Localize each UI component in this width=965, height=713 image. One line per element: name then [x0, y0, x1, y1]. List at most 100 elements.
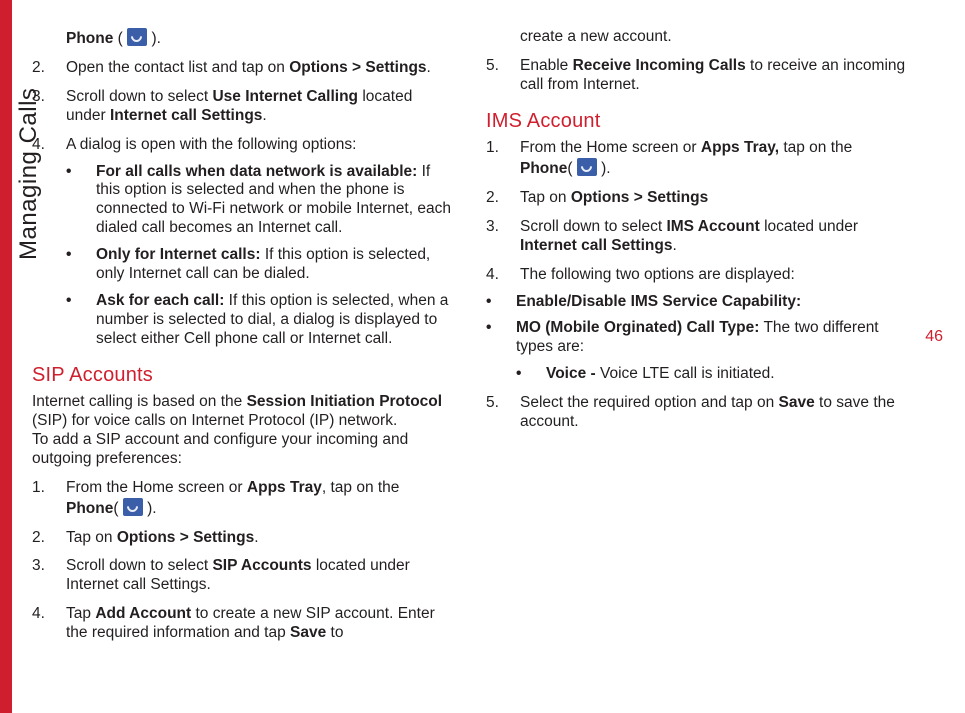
text: Scroll down to select	[66, 88, 212, 105]
step-number: 5.	[486, 57, 520, 95]
list-item: • Voice - Voice LTE call is initiated.	[516, 365, 906, 384]
list-item: 2. Tap on Options > Settings	[486, 189, 906, 208]
bullet-body: Voice - Voice LTE call is initiated.	[546, 365, 906, 384]
text: located under	[760, 218, 858, 235]
step-number: 2.	[32, 59, 66, 78]
text-bold: Session Initiation Protocol	[247, 393, 443, 410]
step-body: Tap Add Account to create a new SIP acco…	[66, 605, 452, 643]
ordered-steps-sip: 1. From the Home screen or Apps Tray, ta…	[32, 479, 452, 643]
text-bold: Use Internet Calling	[212, 88, 358, 105]
step-number: 4.	[32, 605, 66, 643]
text-bold: MO (Mobile Orginated) Call Type:	[516, 319, 759, 336]
step-body: From the Home screen or Apps Tray, tap o…	[66, 479, 452, 519]
list-item: 1. From the Home screen or Apps Tray, ta…	[32, 479, 452, 519]
heading-sip-accounts: SIP Accounts	[32, 363, 452, 387]
text: .	[427, 59, 431, 76]
text: Voice LTE call is initiated.	[596, 365, 775, 382]
step-number: 1.	[32, 479, 66, 519]
bullet-body: Only for Internet calls: If this option …	[96, 246, 452, 284]
continued-line: create a new account.	[486, 28, 906, 47]
list-item: 4. A dialog is open with the following o…	[32, 136, 452, 155]
text: Tap on	[520, 189, 571, 206]
text: (	[567, 160, 576, 177]
text-bold: IMS Account	[666, 218, 759, 235]
list-item: 5. Select the required option and tap on…	[486, 394, 906, 432]
phone-icon	[123, 498, 143, 516]
phone-icon	[577, 158, 597, 176]
bullet-icon: •	[66, 163, 96, 239]
text: Internet calling is based on the	[32, 393, 247, 410]
step-number: 5.	[486, 394, 520, 432]
text: (SIP) for voice calls on Internet Protoc…	[32, 412, 397, 429]
list-item: 4. The following two options are display…	[486, 266, 906, 285]
text: Enable	[520, 57, 573, 74]
text-bold: Options > Settings	[117, 529, 254, 546]
page: Managing Calls 46 Phone ( ). 2. Open the…	[0, 0, 965, 713]
text-bold: Save	[290, 624, 326, 641]
list-item: 3. Scroll down to select SIP Accounts lo…	[32, 557, 452, 595]
text-bold: Phone	[66, 500, 113, 517]
list-item: • For all calls when data network is ava…	[66, 163, 452, 239]
text: tap on the	[779, 139, 852, 156]
bullet-body: For all calls when data network is avail…	[96, 163, 452, 239]
step-body: Tap on Options > Settings	[520, 189, 906, 208]
bullet-list-nested: • Voice - Voice LTE call is initiated.	[516, 365, 906, 384]
bullet-list: • For all calls when data network is ava…	[66, 163, 452, 349]
text: Scroll down to select	[520, 218, 666, 235]
step-number: 4.	[486, 266, 520, 285]
text-bold: Apps Tray,	[701, 139, 779, 156]
text-bold: Ask for each call:	[96, 292, 224, 309]
step-body: Enable Receive Incoming Calls to receive…	[520, 57, 906, 95]
text: , tap on the	[322, 479, 400, 496]
text: to	[326, 624, 343, 641]
step-body: Scroll down to select SIP Accounts locat…	[66, 557, 452, 595]
list-item: 5. Enable Receive Incoming Calls to rece…	[486, 57, 906, 95]
list-item: 4. Tap Add Account to create a new SIP a…	[32, 605, 452, 643]
ordered-steps-ims: 1. From the Home screen or Apps Tray, ta…	[486, 139, 906, 284]
text-bold: Receive Incoming Calls	[573, 57, 746, 74]
text: ).	[147, 30, 161, 47]
text: ).	[143, 500, 157, 517]
continued-line: Phone ( ).	[32, 28, 452, 49]
bullet-icon: •	[66, 292, 96, 349]
bullet-icon: •	[486, 319, 516, 357]
heading-ims-account: IMS Account	[486, 109, 906, 133]
list-item: • Enable/Disable IMS Service Capability:	[486, 293, 906, 312]
text-bold: Options > Settings	[289, 59, 426, 76]
text: From the Home screen or	[520, 139, 701, 156]
list-item: 1. From the Home screen or Apps Tray, ta…	[486, 139, 906, 179]
text: Tap	[66, 605, 95, 622]
text-bold: Internet call Settings	[520, 237, 672, 254]
text: Select the required option and tap on	[520, 394, 779, 411]
text-bold: SIP Accounts	[212, 557, 311, 574]
step-body: Select the required option and tap on Sa…	[520, 394, 906, 432]
text: ).	[597, 160, 611, 177]
text-bold: Options > Settings	[571, 189, 708, 206]
text-bold: Phone	[66, 30, 113, 47]
text: (	[113, 500, 122, 517]
bullet-icon: •	[486, 293, 516, 312]
list-item: • Only for Internet calls: If this optio…	[66, 246, 452, 284]
step-body: Tap on Options > Settings.	[66, 529, 452, 548]
text: Tap on	[66, 529, 117, 546]
text: .	[672, 237, 676, 254]
phone-icon	[127, 28, 147, 46]
column-left: Phone ( ). 2. Open the contact list and …	[32, 28, 452, 643]
text: Open the contact list and tap on	[66, 59, 289, 76]
list-item: 2. Open the contact list and tap on Opti…	[32, 59, 452, 78]
text: From the Home screen or	[66, 479, 247, 496]
step-number: 2.	[486, 189, 520, 208]
list-item: 3. Scroll down to select IMS Account loc…	[486, 218, 906, 256]
text-bold: Enable/Disable IMS Service Capability:	[516, 293, 906, 312]
list-item: • MO (Mobile Orginated) Call Type: The t…	[486, 319, 906, 357]
ordered-steps-cont: 5. Enable Receive Incoming Calls to rece…	[486, 57, 906, 95]
text-bold: Phone	[520, 160, 567, 177]
step-body: Open the contact list and tap on Options…	[66, 59, 452, 78]
step-number: 3.	[486, 218, 520, 256]
step-number: 3.	[32, 88, 66, 126]
text-bold: Apps Tray	[247, 479, 322, 496]
bullet-icon: •	[66, 246, 96, 284]
content-columns: Phone ( ). 2. Open the contact list and …	[32, 28, 932, 643]
text-bold: Add Account	[95, 605, 191, 622]
ordered-steps-ims-end: 5. Select the required option and tap on…	[486, 394, 906, 432]
